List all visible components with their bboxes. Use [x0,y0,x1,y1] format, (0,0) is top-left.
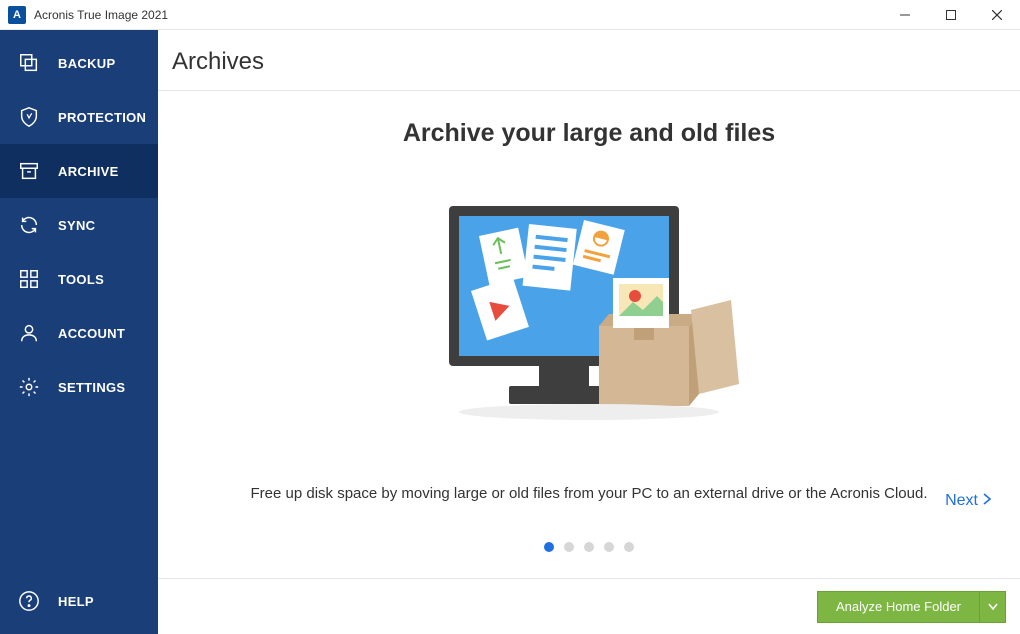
grid-icon [18,268,40,290]
shield-icon [18,106,40,128]
sidebar-item-label: HELP [58,594,94,609]
pager-dot-4[interactable] [604,542,614,552]
chevron-right-icon [982,492,992,510]
main-panel: Archives Archive your large and old file… [158,30,1020,634]
analyze-label: Analyze Home Folder [818,599,979,614]
sidebar-item-label: SETTINGS [58,380,125,395]
page-title: Archives [158,30,1020,91]
user-icon [18,322,40,344]
sidebar-item-archive[interactable]: ARCHIVE [0,144,158,198]
next-label: Next [945,492,978,510]
sidebar-item-backup[interactable]: BACKUP [0,36,158,90]
hero-subtitle: Free up disk space by moving large or ol… [251,485,928,502]
pager [544,542,634,552]
chevron-down-icon [988,603,998,611]
content-area: Archive your large and old files [158,91,1020,578]
titlebar-left: A Acronis True Image 2021 [8,6,168,24]
sidebar-item-protection[interactable]: PROTECTION [0,90,158,144]
sidebar-item-label: ARCHIVE [58,164,119,179]
sync-icon [18,214,40,236]
backup-icon [18,52,40,74]
close-button[interactable] [974,0,1020,30]
sidebar-item-tools[interactable]: TOOLS [0,252,158,306]
pager-dot-2[interactable] [564,542,574,552]
analyze-home-folder-button[interactable]: Analyze Home Folder [817,591,1006,623]
hero-title: Archive your large and old files [403,119,775,148]
app-icon: A [8,6,26,24]
maximize-button[interactable] [928,0,974,30]
analyze-dropdown-toggle[interactable] [979,592,1005,622]
gear-icon [18,376,40,398]
pager-dot-1[interactable] [544,542,554,552]
next-button[interactable]: Next [945,492,992,510]
help-icon [18,590,40,612]
titlebar: A Acronis True Image 2021 [0,0,1020,30]
sidebar-item-label: SYNC [58,218,95,233]
sidebar-item-label: PROTECTION [58,110,146,125]
minimize-button[interactable] [882,0,928,30]
archive-icon [18,160,40,182]
sidebar-item-label: BACKUP [58,56,115,71]
hero-illustration [429,196,749,431]
window-title: Acronis True Image 2021 [34,8,168,22]
pager-dot-3[interactable] [584,542,594,552]
window-controls [882,0,1020,30]
sidebar-item-settings[interactable]: SETTINGS [0,360,158,414]
footer: Analyze Home Folder [158,578,1020,634]
sidebar: BACKUP PROTECTION ARCHIVE [0,30,158,634]
sidebar-item-label: ACCOUNT [58,326,125,341]
sidebar-item-sync[interactable]: SYNC [0,198,158,252]
sidebar-item-help[interactable]: HELP [0,574,158,628]
pager-dot-5[interactable] [624,542,634,552]
sidebar-item-account[interactable]: ACCOUNT [0,306,158,360]
sidebar-item-label: TOOLS [58,272,104,287]
